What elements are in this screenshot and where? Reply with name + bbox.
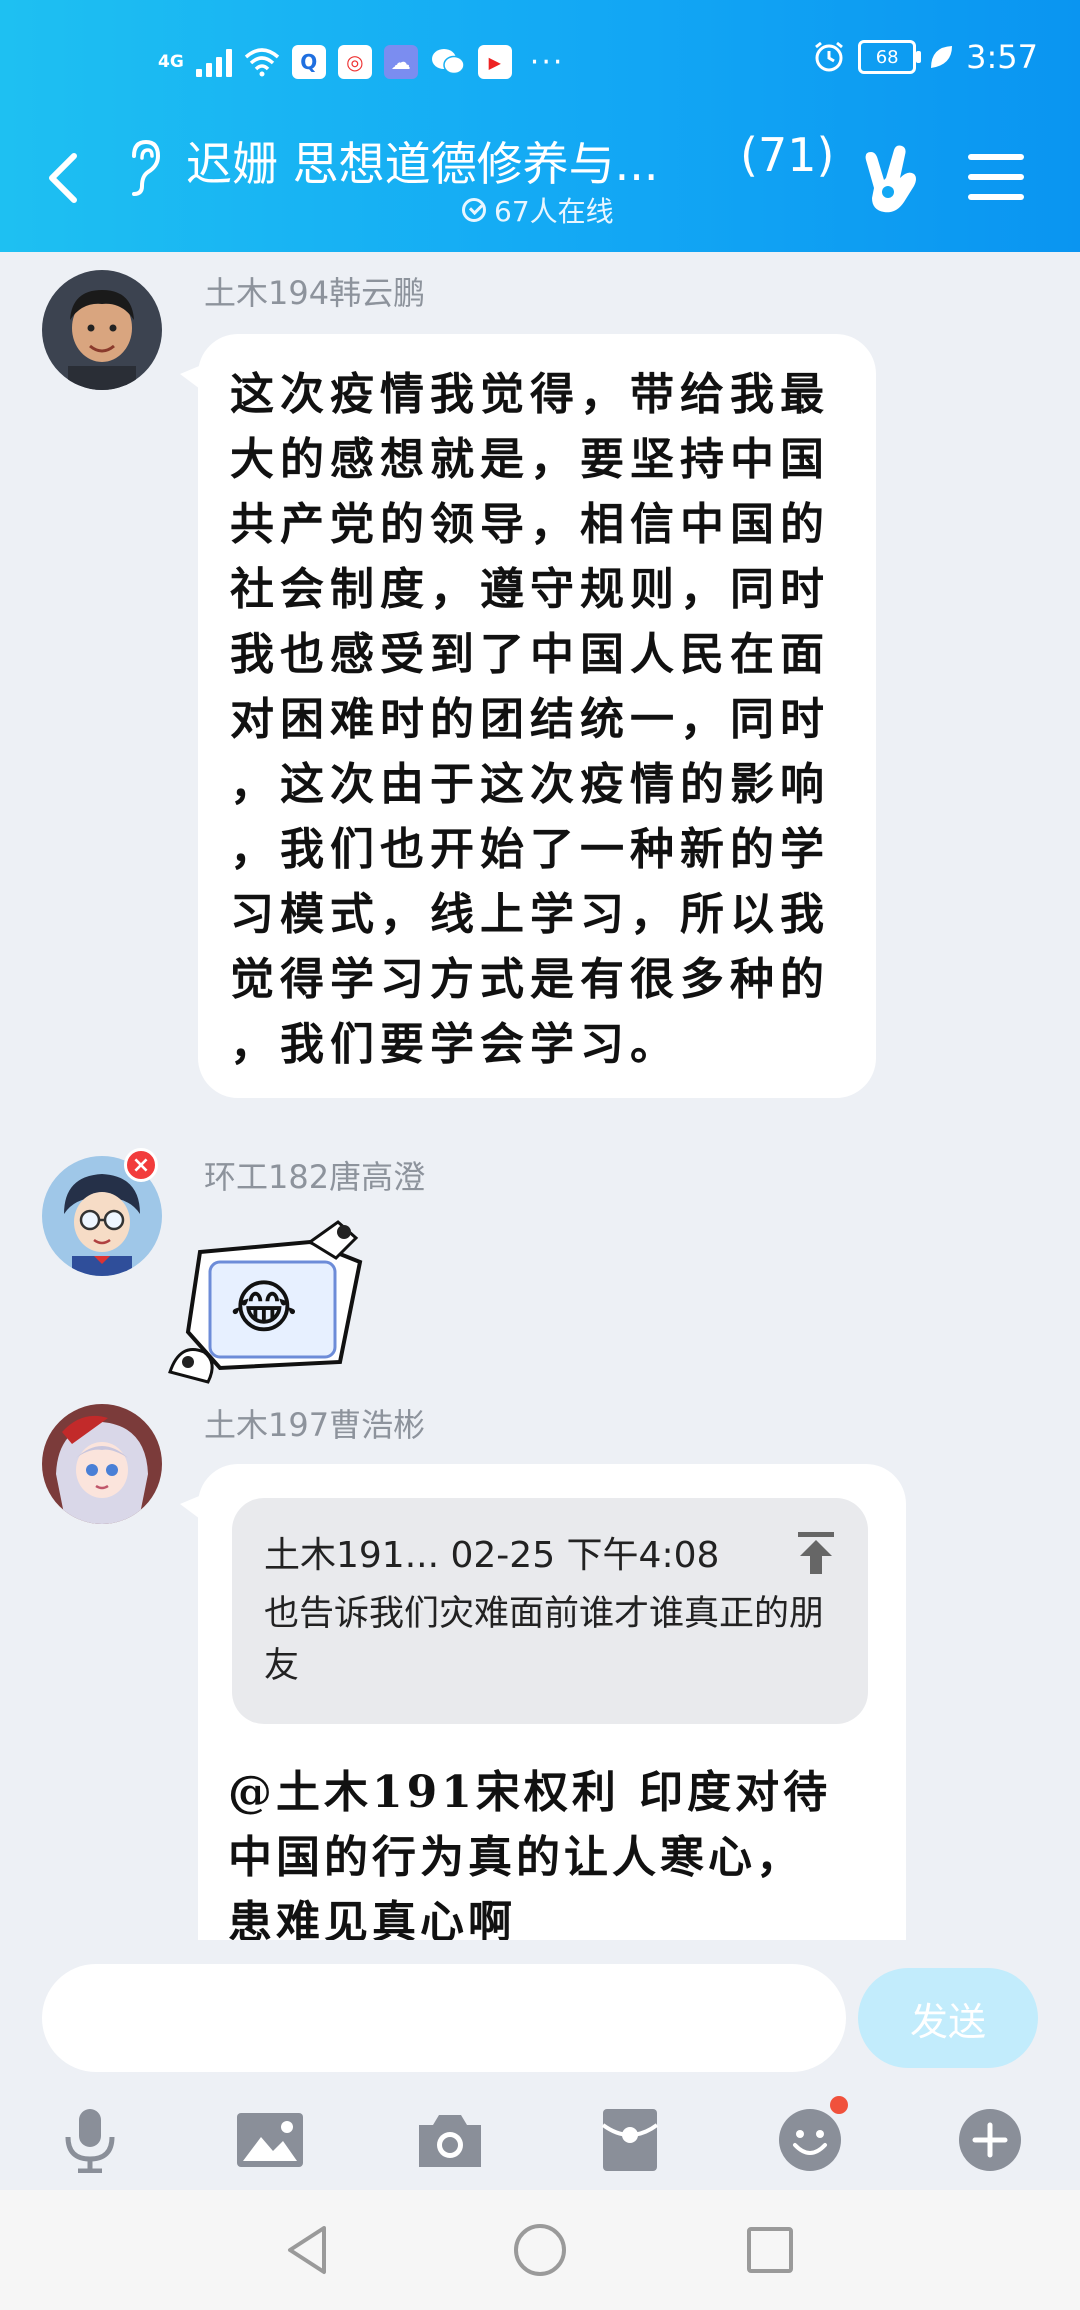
alarm-icon	[815, 41, 844, 72]
sender-name: 土木194韩云鹏	[204, 274, 426, 312]
more-notifications: ···	[529, 44, 565, 80]
quote-text: 也告诉我们灾难面前谁才谁真正的朋友	[264, 1594, 825, 1686]
status-right: 68 3:57	[812, 38, 1038, 76]
sender-name: 环工182唐高澄	[204, 1158, 426, 1196]
nav-home-icon[interactable]	[510, 2220, 570, 2280]
online-status[interactable]: 67人在线	[462, 190, 614, 230]
clock-time: 3:57	[966, 38, 1038, 76]
sticker[interactable]: 😂	[160, 1212, 370, 1392]
message-text: @土木191宋权利 印度对待 中国的行为真的让人寒心， 患难见真心啊	[228, 1767, 832, 1940]
chat-nav-bar: 迟姗 思想道德修养与... (71) 67人在线	[0, 124, 1080, 252]
notification-dot	[830, 2096, 848, 2114]
battery-level: 68	[875, 46, 899, 68]
message-bubble[interactable]: 土木191... 02-25 下午4:08 也告诉我们灾难面前谁才谁真正的朋友 …	[180, 1464, 906, 1940]
earpiece-mode-icon[interactable]	[126, 136, 162, 200]
send-button[interactable]: 发送	[858, 1968, 1038, 2068]
back-arrow-icon[interactable]	[44, 148, 84, 208]
laughing-emoji: 😂	[230, 1273, 298, 1341]
news-app-icon: ◎	[337, 45, 372, 79]
chat-area[interactable]: 土木194韩云鹏 这次疫情我觉得，带给我最 大的感想就是，要坚持中国 共产党的领…	[0, 252, 1080, 1940]
nav-recents-icon[interactable]	[740, 2220, 800, 2280]
online-check-icon	[462, 198, 486, 222]
microphone-icon[interactable]	[50, 2100, 130, 2180]
signal-icon	[195, 47, 232, 77]
chat-title[interactable]: 迟姗 思想道德修养与...	[186, 128, 659, 194]
input-toolbar	[0, 2096, 1080, 2180]
youku-icon: ▶	[477, 45, 512, 79]
browser-app-icon: Q	[291, 45, 326, 79]
cloud-app-icon: ☁	[383, 45, 418, 79]
hand-gesture-icon[interactable]	[856, 140, 926, 220]
network-type: 4G	[158, 51, 184, 72]
menu-icon[interactable]	[968, 154, 1024, 204]
leaf-icon	[931, 46, 953, 68]
top-header: 4G Q ◎ ☁ ▶ ··· 68 3:57 迟姗 思想道德修养与... (71…	[0, 0, 1080, 252]
quote-header: 土木191... 02-25 下午4:08	[264, 1535, 720, 1576]
status-bar: 4G Q ◎ ☁ ▶ ··· 68 3:57	[0, 0, 1080, 124]
online-count: 67人在线	[494, 195, 614, 228]
system-navigation-bar	[0, 2190, 1080, 2310]
wifi-icon	[244, 48, 279, 77]
avatar[interactable]	[42, 1404, 162, 1524]
message-bubble[interactable]: 这次疫情我觉得，带给我最 大的感想就是，要坚持中国 共产党的领导，相信中国的 社…	[180, 334, 876, 1098]
sender-name: 土木197曹浩彬	[204, 1406, 426, 1444]
input-bar: 发送	[0, 1940, 1080, 2190]
message-input[interactable]	[42, 1964, 846, 2072]
remove-badge[interactable]: ×	[124, 1148, 158, 1182]
camera-icon[interactable]	[410, 2100, 490, 2180]
quoted-message[interactable]: 土木191... 02-25 下午4:08 也告诉我们灾难面前谁才谁真正的朋友	[232, 1498, 868, 1724]
member-count: (71)	[740, 128, 835, 182]
battery-icon: 68	[858, 40, 922, 74]
wechat-icon	[431, 49, 465, 75]
message-text: 这次疫情我觉得，带给我最 大的感想就是，要坚持中国 共产党的领导，相信中国的 社…	[230, 369, 830, 1070]
jump-to-original-icon[interactable]	[796, 1530, 836, 1576]
emoji-icon[interactable]	[770, 2096, 850, 2180]
status-left: 4G Q ◎ ☁ ▶ ···	[158, 38, 564, 86]
nav-back-icon[interactable]	[280, 2220, 340, 2280]
avatar[interactable]	[42, 270, 162, 390]
image-icon[interactable]	[230, 2100, 310, 2180]
red-packet-icon[interactable]	[590, 2100, 670, 2180]
plus-icon[interactable]	[950, 2100, 1030, 2180]
